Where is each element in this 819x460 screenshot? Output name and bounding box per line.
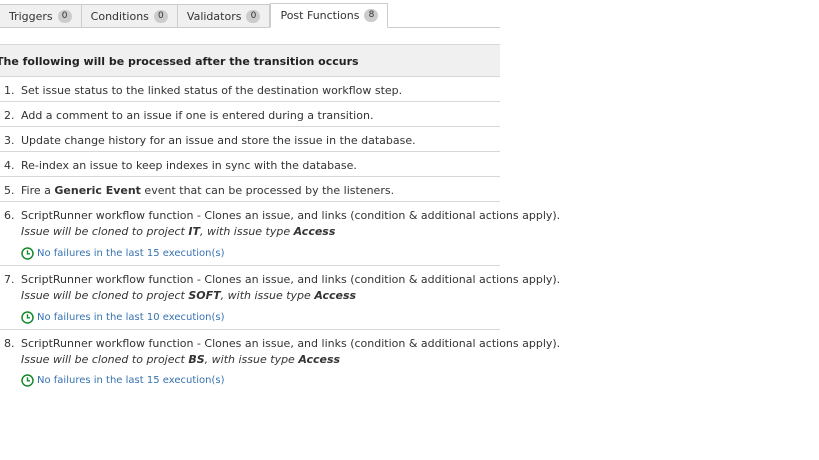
tab-label: Conditions [90,9,149,23]
item-number: 8. [4,337,15,350]
status-text: No failures in the last 15 execution(s) [37,375,225,386]
clone-text: Issue will be cloned to project [21,225,189,238]
tab-label: Triggers [9,9,53,23]
section-header: The following will be processed after th… [0,44,500,77]
issue-type: Access [314,289,357,302]
item-number: 3. [4,134,15,147]
clone-details: Issue will be cloned to project BS, with… [21,353,340,366]
clock-icon [21,311,34,324]
item-number: 1. [4,84,15,97]
post-functions-list: 1. Set issue status to the linked status… [0,77,560,394]
execution-status-link[interactable]: No failures in the last 15 execution(s) [21,374,225,387]
item-number: 5. [4,184,15,197]
project-key: BS [188,353,205,366]
list-item: 7. ScriptRunner workflow function - Clon… [0,266,560,330]
item-text: ScriptRunner workflow function - Clones … [21,209,561,222]
count-badge: 0 [57,9,72,23]
section-title: The following will be processed after th… [0,55,359,68]
item-text: Add a comment to an issue if one is ente… [21,109,374,122]
issue-type: Access [298,353,341,366]
item-text: Fire a Generic Event event that can be p… [21,184,394,197]
tab-post-functions[interactable]: Post Functions 8 [270,3,389,28]
tab-label: Validators [186,9,242,23]
count-badge: 8 [364,9,379,22]
clock-icon [21,247,34,260]
execution-status-link[interactable]: No failures in the last 15 execution(s) [21,247,225,260]
tab-divider [0,27,500,28]
event-name: Generic Event [54,184,141,197]
clone-text: Issue will be cloned to project [21,289,189,302]
item-number: 6. [4,209,15,222]
item-text: Re-index an issue to keep indexes in syn… [21,159,357,172]
list-item: 4. Re-index an issue to keep indexes in … [0,152,500,177]
project-key: SOFT [188,289,221,302]
list-item: 3. Update change history for an issue an… [0,127,500,152]
list-item: 8. ScriptRunner workflow function - Clon… [0,330,560,394]
item-text: Update change history for an issue and s… [21,134,416,147]
execution-status-link[interactable]: No failures in the last 10 execution(s) [21,311,225,324]
clone-text: , with issue type [220,289,315,302]
tab-triggers[interactable]: Triggers 0 [0,4,82,28]
issue-type: Access [293,225,336,238]
project-key: IT [188,225,200,238]
list-item: 5. Fire a Generic Event event that can b… [0,177,500,202]
count-badge: 0 [153,9,168,23]
list-item: 6. ScriptRunner workflow function - Clon… [0,202,560,266]
count-badge: 0 [246,9,261,23]
tab-validators[interactable]: Validators 0 [177,4,271,28]
tab-conditions[interactable]: Conditions 0 [81,4,178,28]
status-text: No failures in the last 10 execution(s) [37,312,225,323]
item-number: 2. [4,109,15,122]
clone-text: Issue will be cloned to project [21,353,189,366]
list-item: 1. Set issue status to the linked status… [0,77,500,102]
clone-text: , with issue type [204,353,299,366]
item-text: ScriptRunner workflow function - Clones … [21,273,561,286]
text-after: event that can be processed by the liste… [140,184,395,197]
item-text: ScriptRunner workflow function - Clones … [21,337,561,350]
clone-details: Issue will be cloned to project SOFT, wi… [21,289,356,302]
list-item: 2. Add a comment to an issue if one is e… [0,102,500,127]
status-text: No failures in the last 15 execution(s) [37,248,225,259]
clone-text: , with issue type [199,225,294,238]
text-before: Fire a [21,184,55,197]
clock-icon [21,374,34,387]
item-text: Set issue status to the linked status of… [21,84,403,97]
tab-label: Post Functions [280,9,360,22]
transition-tabs: Triggers 0 Conditions 0 Validators 0 Pos… [0,3,389,28]
item-number: 4. [4,159,15,172]
clone-details: Issue will be cloned to project IT, with… [21,225,335,238]
item-number: 7. [4,273,15,286]
